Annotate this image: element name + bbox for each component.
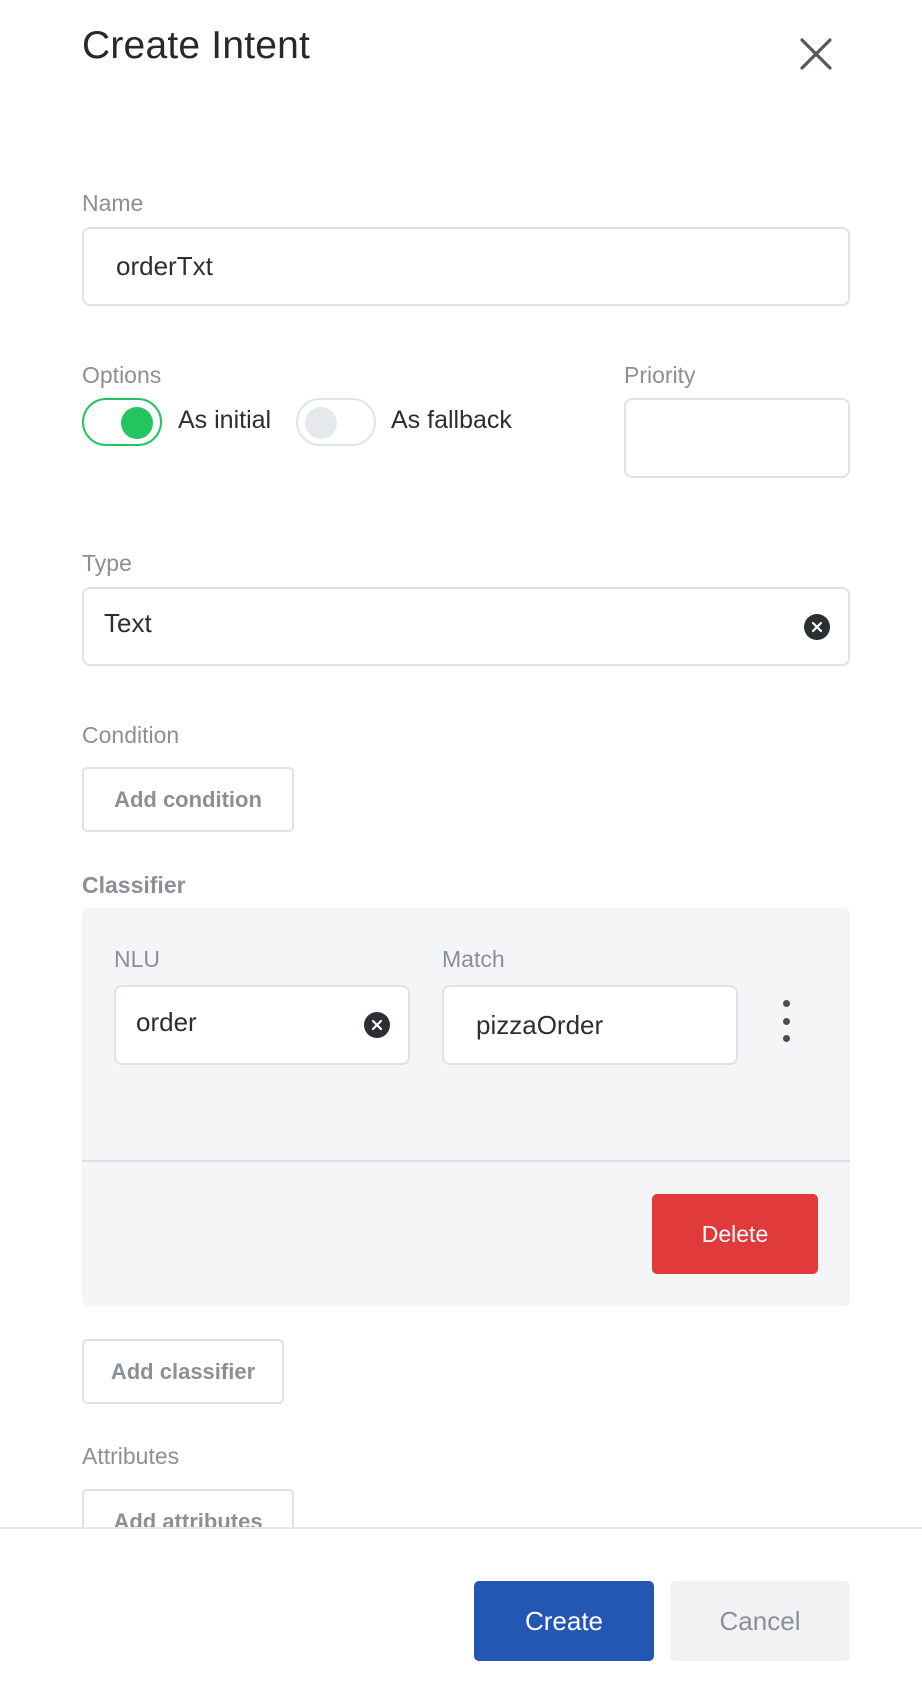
as-fallback-label: As fallback [391,406,512,434]
match-field[interactable]: pizzaOrder [442,985,738,1065]
divider [82,1160,850,1162]
name-label: Name [82,190,144,216]
attributes-label: Attributes [82,1443,180,1469]
nlu-select[interactable]: order [114,985,410,1065]
type-value: Text [104,608,152,638]
nlu-value: order [136,1006,197,1037]
delete-button[interactable]: Delete [652,1194,818,1274]
toggle-knob [305,407,337,439]
name-field[interactable]: orderTxt [82,227,850,306]
priority-label: Priority [624,362,696,388]
priority-field[interactable] [624,398,850,478]
clear-icon[interactable] [364,1012,390,1038]
condition-label: Condition [82,722,180,748]
as-initial-toggle[interactable] [82,398,162,446]
dialog-title: Create Intent [82,24,311,67]
toggle-knob [121,407,153,439]
type-label: Type [82,550,132,576]
options-label: Options [82,362,162,388]
cancel-button[interactable]: Cancel [670,1581,850,1661]
add-attributes-button[interactable]: Add attributes [82,1489,294,1527]
more-options-icon[interactable] [776,1000,796,1042]
add-condition-button[interactable]: Add condition [82,767,294,832]
nlu-label: NLU [114,946,161,972]
classifier-label: Classifier [82,872,186,898]
create-button[interactable]: Create [474,1581,654,1661]
as-initial-label: As initial [178,406,272,434]
as-fallback-toggle[interactable] [296,398,376,446]
name-value: orderTxt [116,251,213,281]
match-label: Match [442,946,505,972]
close-icon[interactable] [792,30,840,78]
add-classifier-button[interactable]: Add classifier [82,1339,284,1404]
match-value: pizzaOrder [476,1009,604,1040]
clear-icon[interactable] [804,613,830,640]
dialog-body: Create Intent Name orderTxt Options As i… [0,0,922,1527]
type-select[interactable]: Text [82,587,850,666]
